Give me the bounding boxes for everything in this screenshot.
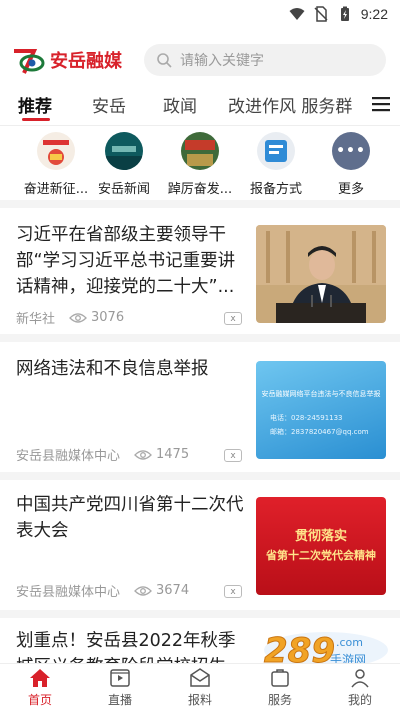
news-item[interactable]: 习近平在省部级主要领导干部“学习习近平总书记重要讲话精神，迎接党的二十大”...… [0,208,400,334]
logo-icon [14,49,45,74]
news-meta: 安岳县融媒体中心 3674 [16,581,244,600]
news-source: 新华社 [16,312,56,327]
profile-icon [351,669,369,688]
dismiss-button[interactable]: x [224,312,242,325]
no-sim-icon [314,6,328,22]
status-time: 9:22 [360,6,388,22]
menu-icon[interactable] [372,96,390,112]
search-placeholder: 请输入关键字 [180,53,264,69]
quick-link-label: 报备方式 [249,182,302,197]
news-thumbnail [256,225,386,323]
news-title: 网络违法和不良信息举报 [16,359,209,379]
dismiss-button[interactable]: x [224,449,242,462]
nav-report[interactable]: 报料 [160,664,240,711]
eye-icon [69,312,87,323]
thumbnail-phone: 电话：028-24591133 [270,414,343,422]
thumbnail-line-2: 省第十二次党代会精神 [266,549,376,562]
svg-text:.com: .com [336,636,363,649]
section-separator [0,610,400,618]
thumbnail-email: 邮箱：2837820467@qq.com [270,428,369,436]
tab-style-service[interactable]: 改进作风 服务群 [228,92,352,117]
news-item[interactable]: 中国共产党四川省第十二次代表大会 安岳县融媒体中心 3674 x 贯彻落实 省第… [0,480,400,610]
news-meta: 安岳县融媒体中心 1475 [16,445,244,464]
news-title: 习近平在省部级主要领导干部“学习习近平总书记重要讲话精神，迎接党的二十大”... [16,225,236,297]
nav-service[interactable]: 服务 [240,664,320,711]
section-separator [0,472,400,480]
app-logo[interactable]: 安岳融媒 [12,45,122,75]
nav-profile[interactable]: 我的 [320,664,400,711]
section-separator [0,200,400,208]
more-icon: ••• [332,132,370,170]
report-method-thumb [257,132,295,170]
tab-anyue[interactable]: 安岳 [92,92,126,117]
quick-link-stride[interactable]: 踔厉奋发... [160,132,240,197]
tab-politics[interactable]: 政闻 [163,92,197,117]
view-count: 1475 [134,447,189,462]
eye-icon [134,585,152,596]
tab-recommend[interactable]: 推荐 [18,92,52,117]
thumbnail-line-1: 贯彻落实 [294,529,347,544]
quick-link-label: 踔厉奋发... [167,182,233,197]
anyue-news-thumb [105,132,143,170]
thumbnail-heading: 安岳融媒网络平台违法与不良信息举报 [261,390,381,398]
journey-thumb [37,132,75,170]
dismiss-button[interactable]: x [224,585,242,598]
quick-link-more[interactable]: ••• 更多 [311,132,391,197]
news-source: 安岳县融媒体中心 [16,449,121,464]
quick-link-label: 安岳新闻 [97,182,150,197]
tabs-divider [0,125,400,126]
wifi-icon [289,8,305,20]
nav-live[interactable]: 直播 [80,664,160,711]
active-tab-indicator [22,118,50,121]
status-bar: 9:22 [0,0,400,28]
quick-link-report-method[interactable]: 报备方式 [236,132,316,197]
logo-text: 安岳融媒 [50,51,122,72]
eye-icon [134,449,152,460]
bottom-nav: 首页 直播 报料 服务 我的 [0,663,400,711]
quick-link-anyue-news[interactable]: 安岳新闻 [84,132,164,197]
search-icon [157,53,172,68]
report-icon [190,668,210,687]
battery-icon [340,6,349,21]
news-source: 安岳县融媒体中心 [16,585,121,600]
news-thumbnail: 贯彻落实 省第十二次党代会精神 [256,497,386,595]
view-count: 3076 [69,310,124,325]
quick-link-label: 更多 [337,182,364,197]
news-meta: 新华社 3076 [16,308,244,327]
news-thumbnail: 安岳融媒网络平台违法与不良信息举报 电话：028-24591133 邮箱：283… [256,361,386,459]
news-item[interactable]: 网络违法和不良信息举报 安岳县融媒体中心 1475 x 安岳融媒网络平台违法与不… [0,342,400,472]
news-title: 中国共产党四川省第十二次代表大会 [16,495,244,541]
quick-links: 奋进新征... 安岳新闻 踔厉奋发... 报备方式 ••• 更多 [0,130,400,200]
stride-thumb [181,132,219,170]
live-icon [110,669,130,687]
section-separator [0,334,400,342]
service-icon [271,669,289,687]
news-title: 划重点！安岳县2022年秋季城区义务教育阶段学校招生 [16,631,236,663]
app-header: 安岳融媒 请输入关键字 [0,40,400,80]
search-input[interactable]: 请输入关键字 [144,44,386,76]
view-count: 3674 [134,583,189,598]
nav-home[interactable]: 首页 [0,664,80,711]
home-icon [30,669,50,687]
category-tabs: 推荐 安岳 政闻 改进作风 服务群 [0,84,400,124]
